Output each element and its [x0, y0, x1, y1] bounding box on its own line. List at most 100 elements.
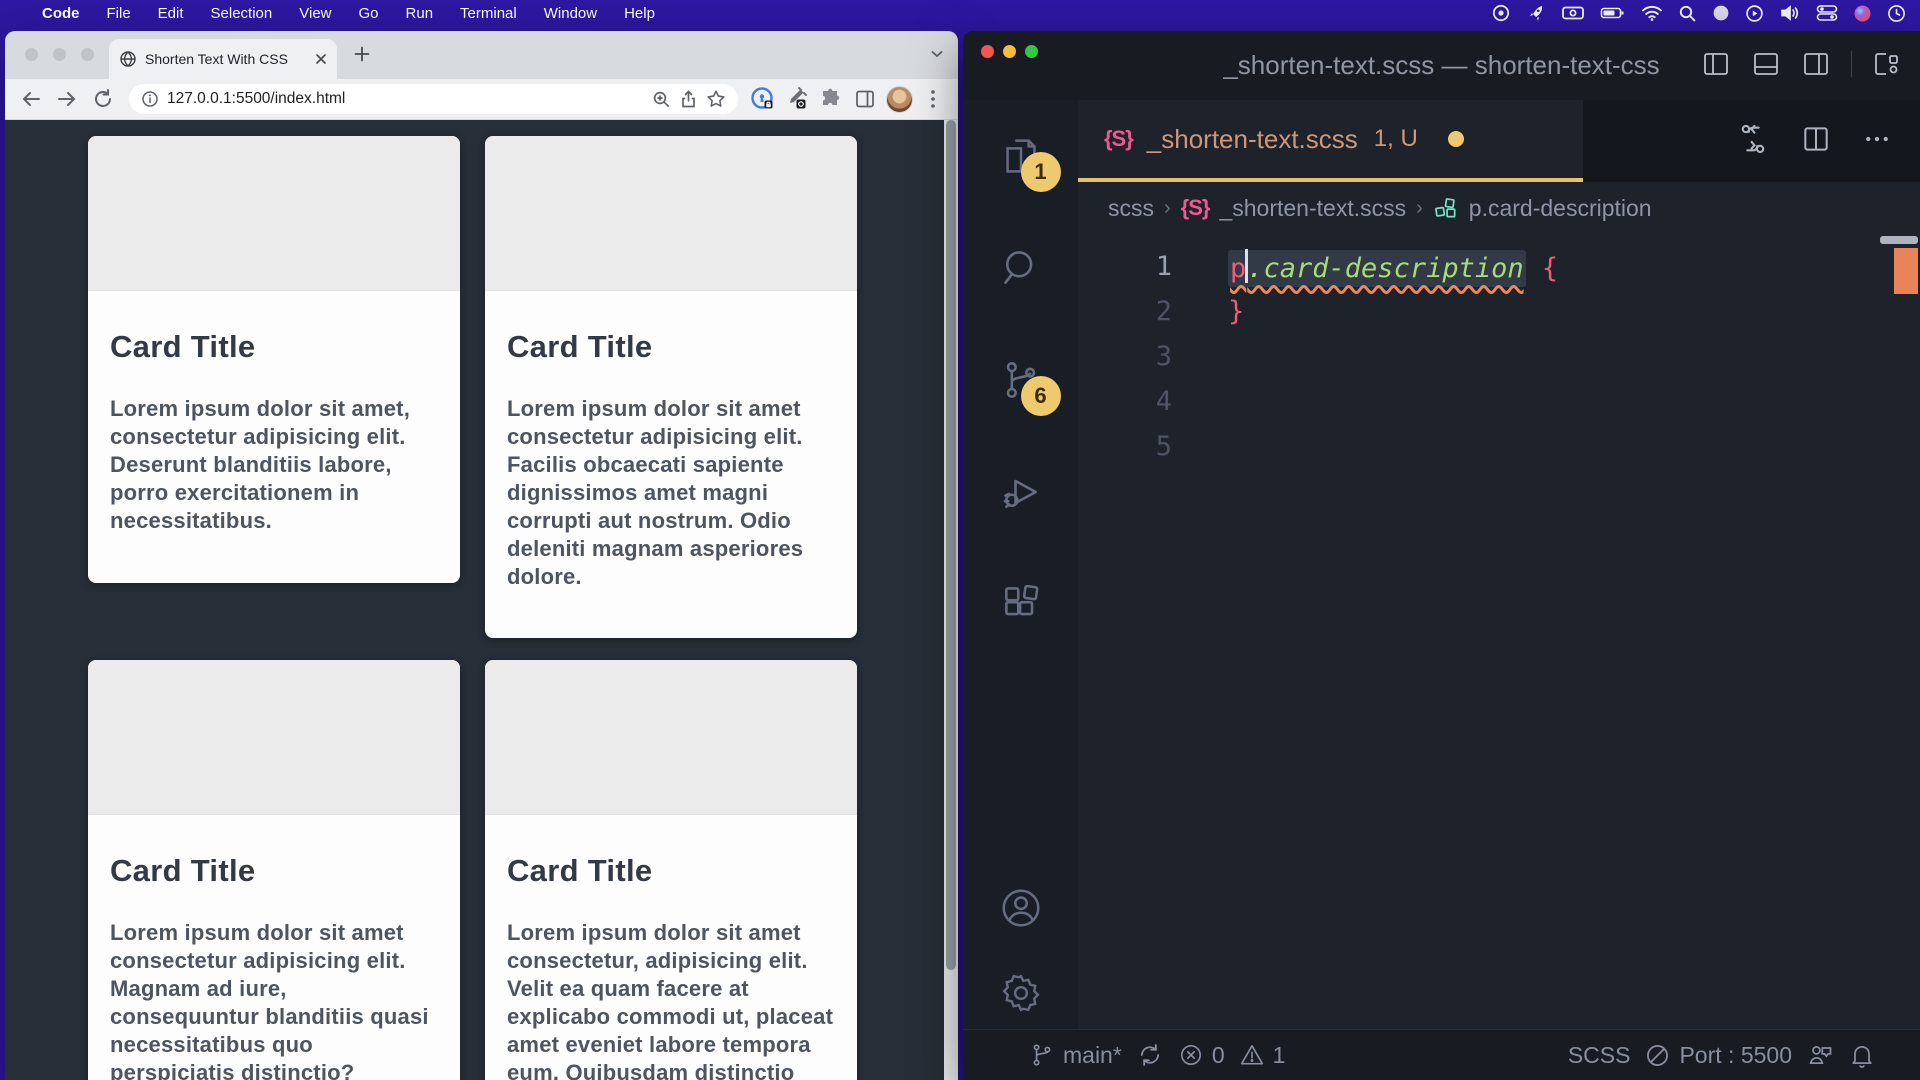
vscode-title-bar[interactable]: _shorten-text.scss — shorten-text-css [963, 31, 1920, 100]
card-image-placeholder [88, 660, 460, 815]
overflow-menu-icon[interactable] [918, 84, 948, 114]
forward-icon[interactable] [51, 83, 83, 115]
page-info-icon[interactable] [141, 90, 159, 108]
toggle-secondary-sidebar-icon[interactable] [1801, 49, 1831, 79]
card-description: Lorem ipsum dolor sit amet consectetur a… [507, 395, 835, 591]
share-icon[interactable] [679, 90, 698, 109]
search-icon[interactable] [993, 240, 1049, 296]
url-text[interactable]: 127.0.0.1:5500/index.html [167, 90, 644, 108]
eyedropper-extension-icon[interactable] [782, 84, 812, 114]
reload-icon[interactable] [87, 83, 119, 115]
play-circle-icon[interactable] [1745, 4, 1764, 23]
window-zoom-button[interactable] [81, 48, 94, 61]
source-control-icon[interactable]: 6 [993, 352, 1049, 408]
profile-avatar[interactable] [884, 84, 914, 114]
editor-tab-bar: {S} _shorten-text.scss 1, U [1078, 100, 1920, 182]
menu-view[interactable]: View [299, 5, 331, 22]
editor-tab[interactable]: {S} _shorten-text.scss 1, U [1078, 100, 1583, 182]
toggle-sidebar-icon[interactable] [1701, 49, 1731, 79]
menu-app-code[interactable]: Code [42, 5, 80, 22]
account-icon[interactable] [998, 885, 1044, 931]
extensions-icon[interactable] [993, 576, 1049, 632]
record-icon[interactable] [1491, 3, 1511, 23]
card: Card Title Lorem ipsum dolor sit amet, c… [88, 136, 460, 583]
menu-run[interactable]: Run [406, 5, 434, 22]
errors-status[interactable]: 0 [1178, 1042, 1225, 1069]
code-editor[interactable]: 1 p.card-description { 2 } 3 4 5 [1078, 234, 1920, 1029]
wifi-icon[interactable] [1641, 4, 1663, 22]
card-title: Card Title [507, 853, 835, 889]
menu-go[interactable]: Go [359, 5, 379, 22]
address-bar[interactable]: 127.0.0.1:5500/index.html [129, 84, 738, 114]
warnings-status[interactable]: 1 [1239, 1042, 1286, 1069]
language-mode[interactable]: SCSS [1568, 1042, 1631, 1069]
volume-icon[interactable] [1779, 4, 1801, 22]
window-close-button[interactable] [25, 48, 38, 61]
breadcrumb-folder[interactable]: scss [1108, 195, 1154, 222]
overview-warning-marker [1894, 248, 1918, 294]
run-debug-icon[interactable] [993, 464, 1049, 520]
tab-close-icon[interactable] [315, 53, 327, 65]
symbol-class-icon [1433, 195, 1459, 221]
menu-file[interactable]: File [107, 5, 131, 22]
menu-window[interactable]: Window [544, 5, 597, 22]
globe-favicon [119, 50, 137, 68]
live-server-port[interactable]: Port : 5500 [1644, 1042, 1792, 1069]
split-editor-icon[interactable] [1800, 122, 1832, 156]
warning-icon [1239, 1042, 1265, 1068]
browser-toolbar: 127.0.0.1:5500/index.html [5, 79, 958, 120]
menu-help[interactable]: Help [624, 5, 655, 22]
tab-filename: _shorten-text.scss [1147, 124, 1358, 155]
new-tab-button[interactable] [353, 45, 371, 63]
browser-tab[interactable]: Shorten Text With CSS [109, 39, 337, 79]
unsaved-dot-icon[interactable] [1448, 131, 1464, 147]
screen-video-icon[interactable] [1561, 3, 1585, 23]
code-open-brace: { [1542, 253, 1558, 284]
warning-count: 1 [1273, 1042, 1286, 1069]
window-zoom-button[interactable] [1025, 45, 1038, 58]
menu-selection[interactable]: Selection [211, 5, 273, 22]
zoom-icon[interactable] [652, 90, 671, 109]
menu-edit[interactable]: Edit [158, 5, 184, 22]
breadcrumb-symbol[interactable]: p.card-description [1469, 195, 1652, 222]
battery-icon[interactable] [1600, 3, 1626, 23]
clock-icon[interactable] [1887, 4, 1906, 23]
explorer-icon[interactable]: 1 [993, 128, 1049, 184]
line-number: 2 [1078, 296, 1172, 327]
more-actions-icon[interactable] [1862, 122, 1892, 156]
sync-icon[interactable] [1136, 1041, 1164, 1069]
display-dot-icon[interactable] [1712, 4, 1730, 22]
rocket-icon[interactable] [1526, 3, 1546, 23]
window-minimize-button[interactable] [1003, 45, 1016, 58]
feedback-icon[interactable] [1806, 1041, 1834, 1069]
settings-gear-icon[interactable] [999, 971, 1043, 1015]
activity-bar: 1 6 [963, 100, 1078, 1029]
extensions-puzzle-icon[interactable] [816, 84, 846, 114]
control-center-icon[interactable] [1816, 4, 1838, 22]
bookmark-star-icon[interactable] [706, 89, 726, 109]
siri-icon[interactable] [1853, 4, 1872, 23]
toggle-panel-icon[interactable] [1751, 49, 1781, 79]
window-minimize-button[interactable] [53, 48, 66, 61]
scrollbar-thumb[interactable] [946, 120, 956, 970]
menu-terminal[interactable]: Terminal [460, 5, 517, 22]
browser-window: Shorten Text With CSS 127.0.0.1:5500/ind… [5, 31, 958, 1080]
breadcrumb-file[interactable]: _shorten-text.scss [1219, 195, 1406, 222]
window-close-button[interactable] [981, 45, 994, 58]
back-icon[interactable] [15, 83, 47, 115]
search-icon[interactable] [1678, 4, 1697, 23]
card-title: Card Title [110, 853, 438, 889]
tab-search-chevron-icon[interactable] [930, 49, 944, 59]
line-number: 4 [1078, 386, 1172, 417]
error-icon [1178, 1042, 1204, 1068]
side-panel-icon[interactable] [850, 84, 880, 114]
card-title: Card Title [507, 329, 835, 365]
password-extension-icon[interactable] [748, 84, 778, 114]
page-scrollbar[interactable] [944, 120, 958, 1080]
customize-layout-icon[interactable] [1872, 49, 1902, 79]
notifications-bell-icon[interactable] [1848, 1041, 1876, 1069]
open-changes-icon[interactable] [1736, 122, 1770, 156]
scrollbar-thumb[interactable] [1880, 236, 1918, 244]
browser-tab-strip: Shorten Text With CSS [5, 31, 958, 79]
git-branch-status[interactable]: main* [1029, 1042, 1122, 1069]
